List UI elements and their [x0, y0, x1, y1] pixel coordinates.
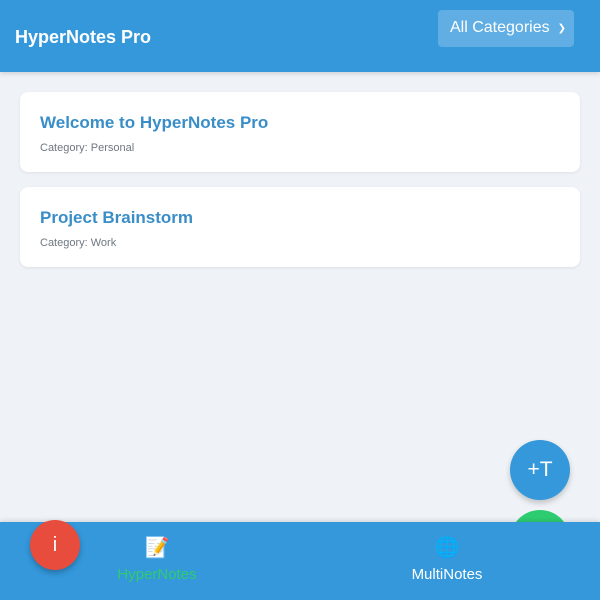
info-button[interactable]: i: [30, 520, 80, 570]
app-title: HyperNotes Pro: [15, 26, 152, 47]
app-root: HyperNotes Pro All Categories ❯ Welcome …: [0, 0, 600, 600]
nav-label: MultiNotes: [411, 566, 483, 583]
note-card[interactable]: Project Brainstorm Category: Work: [20, 187, 580, 267]
memo-icon: 📝: [144, 537, 170, 559]
note-title: Welcome to HyperNotes Pro: [40, 113, 269, 132]
nav-label: HyperNotes: [117, 566, 197, 583]
notes-list: Welcome to HyperNotes Pro Category: Pers…: [20, 92, 580, 282]
bottom-nav: 📝 HyperNotes 🌐 MultiNotes: [0, 522, 600, 600]
nav-item-multinotes[interactable]: 🌐 MultiNotes: [367, 536, 527, 583]
app-header: HyperNotes Pro All Categories ❯: [0, 0, 600, 72]
globe-icon: 🌐: [434, 537, 460, 559]
category-filter-value: All Categories: [450, 19, 550, 36]
chevron-down-icon: ❯: [557, 22, 566, 34]
note-category: Category: Work: [40, 237, 117, 249]
note-title: Project Brainstorm: [40, 208, 194, 227]
note-card[interactable]: Welcome to HyperNotes Pro Category: Pers…: [20, 92, 580, 172]
nav-item-hypernotes[interactable]: 📝 HyperNotes: [77, 536, 237, 583]
add-text-note-button[interactable]: +T: [510, 440, 570, 500]
note-category: Category: Personal: [40, 142, 135, 154]
category-filter-select[interactable]: All Categories ❯: [438, 9, 574, 47]
